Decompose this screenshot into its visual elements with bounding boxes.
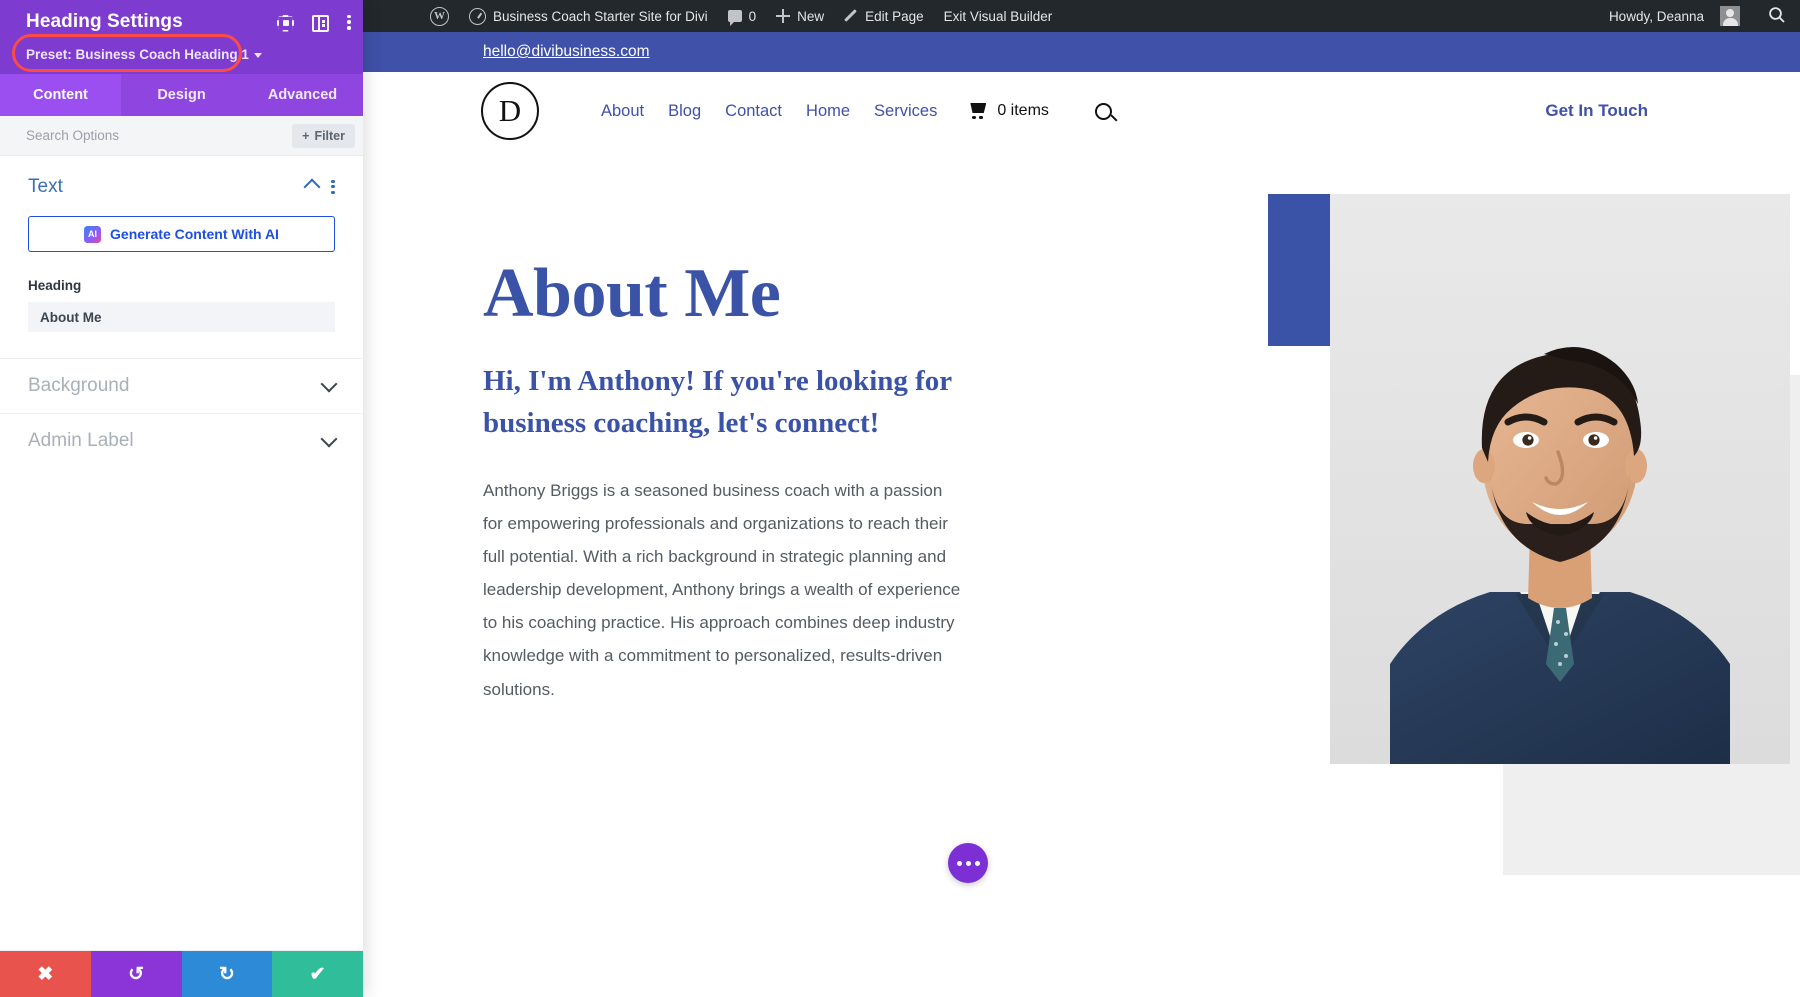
nav-link-services[interactable]: Services bbox=[874, 102, 937, 121]
nav-link-home[interactable]: Home bbox=[806, 102, 850, 121]
plus-icon: + bbox=[302, 129, 309, 143]
filter-label: Filter bbox=[314, 129, 345, 143]
settings-panel-header: Heading Settings bbox=[0, 0, 363, 46]
wp-logo-menu[interactable] bbox=[420, 0, 459, 32]
edit-page-link[interactable]: Edit Page bbox=[834, 0, 934, 32]
chevron-down-icon bbox=[321, 375, 338, 392]
heading-field-label: Heading bbox=[28, 278, 335, 293]
ai-sparkle-icon: AI bbox=[84, 226, 101, 243]
admin-bar-right-group: Howdy, Deanna bbox=[1599, 0, 1800, 32]
settings-action-bar: ✖ ↺ ↻ ✔ bbox=[0, 950, 363, 997]
cart-link[interactable]: 0 items bbox=[967, 102, 1049, 120]
close-x-icon: ✖ bbox=[37, 965, 53, 984]
settings-panel-title: Heading Settings bbox=[26, 11, 183, 33]
section-text-title: Text bbox=[28, 176, 63, 198]
chevron-up-icon[interactable] bbox=[304, 179, 321, 196]
hero-portrait-photo[interactable] bbox=[1330, 194, 1790, 764]
portrait-illustration bbox=[1330, 194, 1790, 764]
focus-target-icon[interactable] bbox=[277, 15, 294, 32]
save-changes-button[interactable]: ✔ bbox=[272, 951, 363, 997]
site-search-icon[interactable] bbox=[1095, 103, 1112, 120]
discard-changes-button[interactable]: ✖ bbox=[0, 951, 91, 997]
heading-input[interactable] bbox=[28, 302, 335, 332]
nav-link-contact[interactable]: Contact bbox=[725, 102, 782, 121]
section-background[interactable]: Background bbox=[0, 358, 363, 413]
hero-text-column: About Me Hi, I'm Anthony! If you're look… bbox=[363, 190, 1003, 910]
builder-floating-menu-button[interactable] bbox=[948, 843, 988, 883]
section-text-header: Text bbox=[28, 176, 335, 198]
site-name-label: Business Coach Starter Site for Divi bbox=[493, 9, 708, 24]
site-logo[interactable]: D bbox=[481, 82, 539, 140]
preset-selector[interactable]: Preset: Business Coach Heading 1 bbox=[26, 47, 262, 62]
howdy-label: Howdy, Deanna bbox=[1609, 9, 1704, 24]
ai-button-label: Generate Content With AI bbox=[110, 226, 279, 242]
cart-items-count: 0 items bbox=[997, 102, 1049, 120]
site-navigation: D About Blog Contact Home Services 0 ite… bbox=[363, 72, 1800, 150]
ellipsis-icon-dot bbox=[966, 861, 971, 866]
nav-links-group: About Blog Contact Home Services 0 items bbox=[601, 102, 1112, 121]
settings-panel-body: Text AI Generate Content With AI Heading… bbox=[0, 156, 363, 950]
ellipsis-icon-dot bbox=[975, 861, 980, 866]
decorative-blue-square bbox=[1268, 194, 1330, 346]
generate-content-with-ai-button[interactable]: AI Generate Content With AI bbox=[28, 216, 335, 252]
dashboard-icon bbox=[469, 8, 486, 25]
chevron-down-icon bbox=[321, 430, 338, 447]
nav-link-about[interactable]: About bbox=[601, 102, 644, 121]
nav-link-blog[interactable]: Blog bbox=[668, 102, 701, 121]
kebab-menu-icon[interactable] bbox=[331, 180, 335, 195]
section-text: Text AI Generate Content With AI Heading bbox=[0, 156, 363, 358]
redo-button[interactable]: ↻ bbox=[182, 951, 273, 997]
comments-menu[interactable]: 0 bbox=[718, 0, 767, 32]
site-top-email-bar: hello@divibusiness.com bbox=[363, 32, 1800, 72]
preset-label: Preset: Business Coach Heading 1 bbox=[26, 47, 249, 62]
wordpress-logo-icon bbox=[430, 7, 449, 26]
panel-header-icon-group bbox=[277, 15, 351, 32]
section-admin-label-title: Admin Label bbox=[28, 430, 134, 452]
hero-subheading[interactable]: Hi, I'm Anthony! If you're looking for b… bbox=[483, 361, 963, 443]
user-avatar-icon bbox=[1720, 6, 1740, 26]
hero-paragraph[interactable]: Anthony Briggs is a seasoned business co… bbox=[483, 474, 963, 706]
comments-count: 0 bbox=[749, 9, 757, 24]
options-search-row: + Filter bbox=[0, 116, 363, 156]
section-background-title: Background bbox=[28, 375, 129, 397]
filter-button[interactable]: + Filter bbox=[292, 124, 355, 148]
kebab-menu-icon[interactable] bbox=[347, 15, 351, 32]
email-link[interactable]: hello@divibusiness.com bbox=[483, 43, 650, 61]
new-content-menu[interactable]: New bbox=[766, 0, 834, 32]
heading-settings-panel: Heading Settings Preset: Business Coach … bbox=[0, 0, 363, 997]
ellipsis-icon-dot bbox=[957, 861, 962, 866]
tab-content[interactable]: Content bbox=[0, 74, 121, 116]
settings-tabs: Content Design Advanced bbox=[0, 74, 363, 116]
tab-advanced[interactable]: Advanced bbox=[242, 74, 363, 116]
shopping-cart-icon bbox=[967, 103, 988, 119]
account-menu[interactable]: Howdy, Deanna bbox=[1599, 0, 1750, 32]
checkmark-icon: ✔ bbox=[310, 965, 326, 984]
section-text-icons bbox=[306, 180, 335, 195]
section-admin-label[interactable]: Admin Label bbox=[0, 413, 363, 468]
hero-section: About Me Hi, I'm Anthony! If you're look… bbox=[363, 150, 1800, 910]
edit-page-label: Edit Page bbox=[865, 9, 924, 24]
redo-arrow-icon: ↻ bbox=[219, 965, 235, 984]
hero-image-column bbox=[1003, 190, 1800, 910]
admin-search-button[interactable] bbox=[1768, 6, 1786, 27]
search-input[interactable] bbox=[26, 128, 292, 143]
tab-design[interactable]: Design bbox=[121, 74, 242, 116]
panel-layout-icon[interactable] bbox=[312, 15, 329, 32]
pencil-icon bbox=[844, 9, 858, 23]
exit-builder-label: Exit Visual Builder bbox=[944, 9, 1053, 24]
exit-visual-builder-link[interactable]: Exit Visual Builder bbox=[934, 0, 1063, 32]
undo-arrow-icon: ↺ bbox=[128, 965, 144, 984]
undo-button[interactable]: ↺ bbox=[91, 951, 182, 997]
new-label: New bbox=[797, 9, 824, 24]
search-icon bbox=[1768, 6, 1786, 24]
comment-bubble-icon bbox=[728, 10, 742, 22]
plus-icon bbox=[776, 9, 790, 23]
preset-row: Preset: Business Coach Heading 1 bbox=[0, 46, 363, 74]
get-in-touch-button[interactable]: Get In Touch bbox=[1545, 101, 1740, 121]
chevron-down-icon bbox=[254, 53, 262, 58]
page-title[interactable]: About Me bbox=[483, 258, 963, 329]
website-preview-canvas: hello@divibusiness.com D About Blog Cont… bbox=[363, 32, 1800, 997]
site-name-menu[interactable]: Business Coach Starter Site for Divi bbox=[459, 0, 718, 32]
